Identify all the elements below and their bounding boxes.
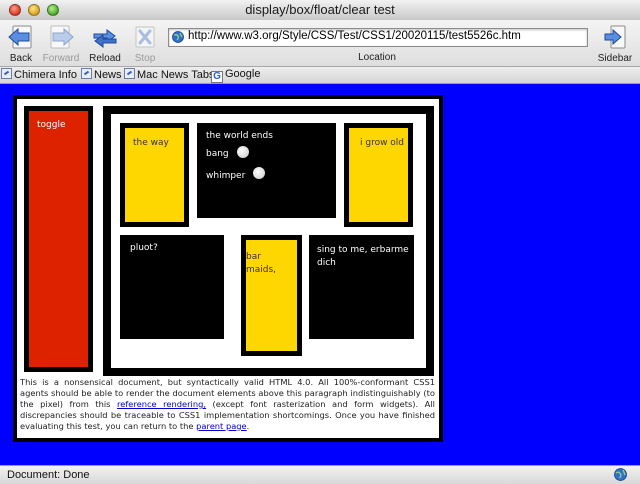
pluot-text: pluot?	[130, 243, 158, 253]
radio-ball-bang[interactable]	[237, 146, 249, 158]
bookmark-google[interactable]: G Google	[211, 68, 261, 83]
bookmark-icon	[124, 68, 135, 79]
i-grow-old-text: i grow old	[360, 138, 405, 148]
toggle-text: toggle	[37, 120, 66, 130]
title-bar[interactable]: display/box/float/clear test	[0, 0, 640, 21]
forward-button[interactable]: Forward	[40, 23, 82, 64]
bang-text: bang	[206, 149, 229, 159]
sidebar-button[interactable]: Sidebar	[594, 23, 636, 64]
bookmark-icon	[81, 68, 92, 79]
bookmark-label: Google	[225, 68, 261, 80]
security-globe-icon[interactable]	[614, 468, 627, 481]
navigation-toolbar: Back Forward Reload Stop http://www.w3.o…	[0, 20, 640, 67]
description-paragraph: This is a nonsensical document, but synt…	[20, 377, 435, 432]
bookmark-icon	[1, 68, 12, 79]
pluot-box: pluot?	[120, 235, 224, 339]
forward-arrow-icon	[50, 25, 74, 49]
stop-label: Stop	[134, 53, 156, 64]
i-grow-old-box: i grow old	[344, 123, 413, 227]
stop-button[interactable]: Stop	[124, 23, 166, 64]
bookmark-chimera-info[interactable]: Chimera Info	[1, 68, 77, 82]
world-ends-box: the world ends bang whimper	[197, 123, 336, 218]
sidebar-icon	[604, 25, 626, 49]
sing-to-me-box: sing to me, erbarme dich	[309, 235, 414, 339]
google-icon: G	[211, 71, 223, 83]
bookmark-label: Mac News Tabs	[137, 69, 215, 81]
the-way-text: the way	[133, 138, 169, 148]
whimper-text: whimper	[206, 171, 246, 181]
bookmark-mac-news-tabs[interactable]: Mac News Tabs	[124, 68, 214, 82]
location-field[interactable]: http://www.w3.org/Style/CSS/Test/CSS1/20…	[168, 28, 588, 47]
globe-icon	[172, 31, 184, 43]
reference-rendering-link[interactable]: reference rendering,	[117, 399, 206, 409]
bookmark-label: News	[94, 69, 122, 81]
world-ends-text: the world ends	[206, 131, 273, 141]
sidebar-label: Sidebar	[597, 53, 633, 64]
reload-icon	[93, 29, 117, 48]
status-bar: Document: Done	[0, 465, 640, 484]
location-label: Location	[358, 52, 396, 63]
bookmarks-bar: Chimera Info News Mac News Tabs G Google	[0, 67, 640, 84]
bar-maids-box: bar maids,	[241, 235, 302, 356]
parent-page-link[interactable]: parent page	[196, 421, 247, 431]
page-viewport[interactable]: toggle the way the world ends bang whimp…	[0, 84, 640, 465]
stop-icon	[135, 26, 155, 48]
test-body: toggle the way the world ends bang whimp…	[13, 95, 443, 442]
the-way-box: the way	[120, 123, 189, 227]
radio-ball-whimper[interactable]	[253, 167, 265, 179]
back-arrow-icon	[8, 25, 32, 49]
toggle-box: toggle	[24, 106, 93, 372]
bookmark-news[interactable]: News	[81, 68, 122, 82]
bookmark-label: Chimera Info	[14, 69, 77, 81]
url-text: http://www.w3.org/Style/CSS/Test/CSS1/20…	[188, 30, 521, 42]
paragraph-text-3: .	[246, 421, 250, 431]
window-title: display/box/float/clear test	[245, 2, 395, 17]
status-text: Document: Done	[7, 469, 90, 481]
sing-text: sing to me, erbarme dich	[317, 245, 409, 268]
bar-maids-text: bar maids,	[246, 252, 277, 275]
